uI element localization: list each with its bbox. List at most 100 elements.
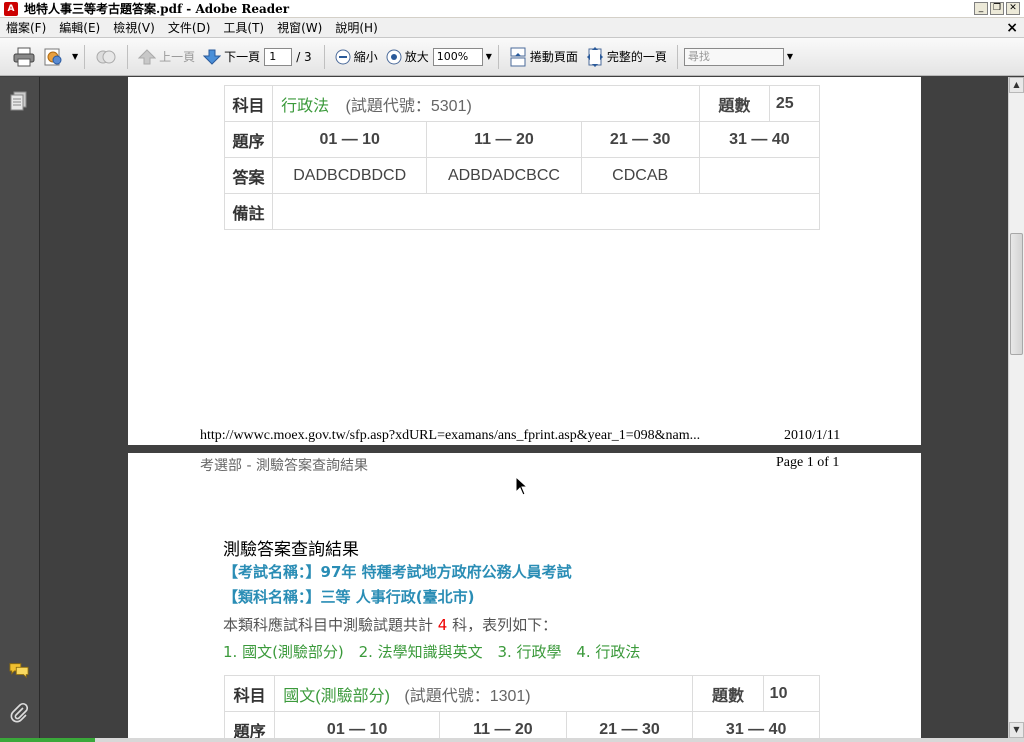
pdf-page-1: 科目 行政法 (試題代號：5301) 題數 25 題序 01 — 10 11 —…	[128, 77, 921, 445]
zoom-out-label: 縮小	[353, 50, 378, 64]
collaborate-icon	[94, 45, 118, 69]
minimize-button[interactable]: _	[974, 2, 988, 15]
count-label: 題數	[692, 675, 764, 712]
summary-line: 本類科應試科目中測驗試題共計 4 科，表列如下：	[223, 614, 557, 635]
sequence-range: 21 — 30	[565, 711, 694, 738]
status-strip	[0, 738, 1024, 742]
zoom-in-button[interactable]: 放大	[386, 48, 429, 65]
title-bar: A 地特人事三等考古題答案.pdf - Adobe Reader _ ❐ ✕	[0, 0, 1024, 18]
subject-link[interactable]: 4. 行政法	[576, 643, 640, 661]
menu-help[interactable]: 說明(H)	[329, 19, 384, 36]
footer-url: http://wwwc.moex.gov.tw/sfp.asp?xdURL=ex…	[200, 428, 701, 443]
table-row: 科目 國文(測驗部分) (試題代號：1301) 題數 10	[223, 675, 821, 712]
exam-name-value: 97年 特種考試地方政府公務人員考試	[320, 563, 572, 581]
previous-page-button[interactable]: 上一頁	[138, 48, 195, 65]
menu-document[interactable]: 文件(D)	[162, 19, 218, 36]
scroll-up-icon[interactable]: ▲	[1009, 77, 1024, 93]
subject-link[interactable]: 3. 行政學	[497, 643, 561, 661]
menu-tools[interactable]: 工具(T)	[217, 19, 271, 36]
footer-date: 2010/1/11	[784, 428, 841, 443]
search-dropdown-icon[interactable]: ▼	[787, 52, 793, 61]
page-header-count: Page 1 of 1	[776, 455, 840, 470]
subject-cell: 國文(測驗部分) (試題代號：1301)	[274, 675, 694, 712]
summary-suffix: 科，表列如下：	[452, 616, 558, 634]
fit-page-button[interactable]: 完整的一頁	[586, 46, 667, 67]
navigation-pane	[0, 77, 40, 742]
zoom-in-icon	[386, 49, 402, 64]
sequence-range: 21 — 30	[580, 121, 700, 158]
sequence-label: 題序	[223, 121, 274, 158]
sequence-label: 題序	[223, 711, 276, 738]
answer-table-chinese: 科目 國文(測驗部分) (試題代號：1301) 題數 10 題序 01 — 10…	[223, 675, 821, 738]
menu-bar: 檔案(F) 編輯(E) 檢視(V) 文件(D) 工具(T) 視窗(W) 說明(H…	[0, 18, 1024, 38]
sequence-range: 31 — 40	[692, 711, 820, 738]
subject-cell: 行政法 (試題代號：5301)	[272, 85, 700, 122]
results-heading: 測驗答案查詢結果	[223, 540, 359, 560]
exam-name-line: 【考試名稱：】97年 特種考試地方政府公務人員考試	[223, 561, 572, 582]
table-row: 答案 DADBCDBDCD ADBDADCBCC CDCAB	[223, 157, 821, 194]
sequence-range: 01 — 10	[272, 121, 428, 158]
adobe-reader-icon: A	[4, 1, 18, 16]
subject-name: 行政法	[281, 97, 330, 115]
restore-button[interactable]: ❐	[990, 2, 1004, 15]
zoom-dropdown-icon[interactable]: ▼	[486, 52, 492, 61]
category-label: 【類科名稱：】	[223, 588, 321, 606]
document-view[interactable]: 科目 行政法 (試題代號：5301) 題數 25 題序 01 — 10 11 —…	[41, 77, 1008, 738]
comment-icon[interactable]	[9, 660, 29, 680]
count-label: 題數	[698, 85, 770, 122]
toolbar: ▼ 上一頁 下一頁 1 / 3 縮小 放大 100% ▼ 捲動頁面 完整的一頁 …	[0, 38, 1024, 76]
fit-page-label: 完整的一頁	[606, 50, 667, 64]
table-row: 科目 行政法 (試題代號：5301) 題數 25	[223, 85, 821, 122]
sequence-range: 11 — 20	[439, 711, 567, 738]
menu-view[interactable]: 檢視(V)	[107, 19, 162, 36]
search-input[interactable]: 尋找	[683, 47, 784, 66]
scrollbar-thumb[interactable]	[1010, 233, 1023, 355]
up-arrow-icon	[138, 48, 157, 64]
scrolling-mode-label: 捲動頁面	[529, 50, 578, 64]
menu-window[interactable]: 視窗(W)	[271, 19, 329, 36]
taskbar-indicator	[0, 738, 95, 742]
vertical-scrollbar[interactable]: ▲ ▼	[1008, 77, 1024, 738]
chevron-down-icon[interactable]: ▼	[72, 52, 78, 61]
next-page-button[interactable]: 下一頁	[203, 48, 260, 65]
menu-file[interactable]: 檔案(F)	[0, 19, 53, 36]
pages-icon[interactable]	[9, 91, 29, 111]
count-value: 10	[762, 675, 821, 712]
scroll-down-icon[interactable]: ▼	[1009, 722, 1024, 738]
toolbar-divider	[676, 44, 678, 69]
answer-cell	[698, 157, 821, 194]
subject-link[interactable]: 2. 法學知識與英文	[359, 643, 483, 661]
page-number-input[interactable]: 1	[264, 47, 293, 66]
sequence-range: 31 — 40	[698, 121, 821, 158]
menu-edit[interactable]: 編輯(E)	[53, 19, 107, 36]
subject-label: 科目	[223, 675, 276, 712]
subject-name: 國文(測驗部分)	[283, 687, 390, 705]
print-icon[interactable]	[12, 45, 36, 69]
toolbar-divider	[84, 44, 86, 69]
table-row: 題序 01 — 10 11 — 20 21 — 30 31 — 40	[223, 121, 821, 158]
answer-label: 答案	[223, 157, 274, 194]
zoom-level-input[interactable]: 100%	[432, 47, 483, 66]
share-icon[interactable]	[42, 45, 66, 69]
table-row: 備註	[223, 193, 820, 230]
answer-table-administrative-law: 科目 行政法 (試題代號：5301) 題數 25 題序 01 — 10 11 —…	[223, 85, 821, 230]
scrolling-mode-button[interactable]: 捲動頁面	[509, 47, 578, 67]
attachment-icon[interactable]	[9, 702, 29, 723]
category-line: 【類科名稱：】三等 人事行政(臺北市)	[223, 586, 474, 607]
close-window-button[interactable]: ✕	[1006, 2, 1020, 15]
toolbar-divider	[127, 44, 129, 69]
zoom-out-button[interactable]: 縮小	[335, 48, 378, 65]
remark-cell	[272, 193, 820, 230]
mouse-cursor-icon	[515, 476, 529, 496]
zoom-out-icon	[335, 49, 351, 64]
close-document-button[interactable]: ×	[1006, 20, 1018, 36]
toolbar-divider	[323, 44, 325, 69]
answer-cell: ADBDADCBCC	[426, 157, 582, 194]
toolbar-divider	[497, 44, 499, 69]
window-title: 地特人事三等考古題答案.pdf - Adobe Reader	[24, 2, 290, 16]
count-value: 25	[768, 85, 821, 122]
subject-link[interactable]: 1. 國文(測驗部分)	[223, 643, 344, 661]
down-arrow-icon	[203, 49, 222, 65]
subject-list: 1. 國文(測驗部分) 2. 法學知識與英文 3. 行政學 4. 行政法	[223, 641, 640, 662]
fit-page-icon	[586, 46, 603, 67]
